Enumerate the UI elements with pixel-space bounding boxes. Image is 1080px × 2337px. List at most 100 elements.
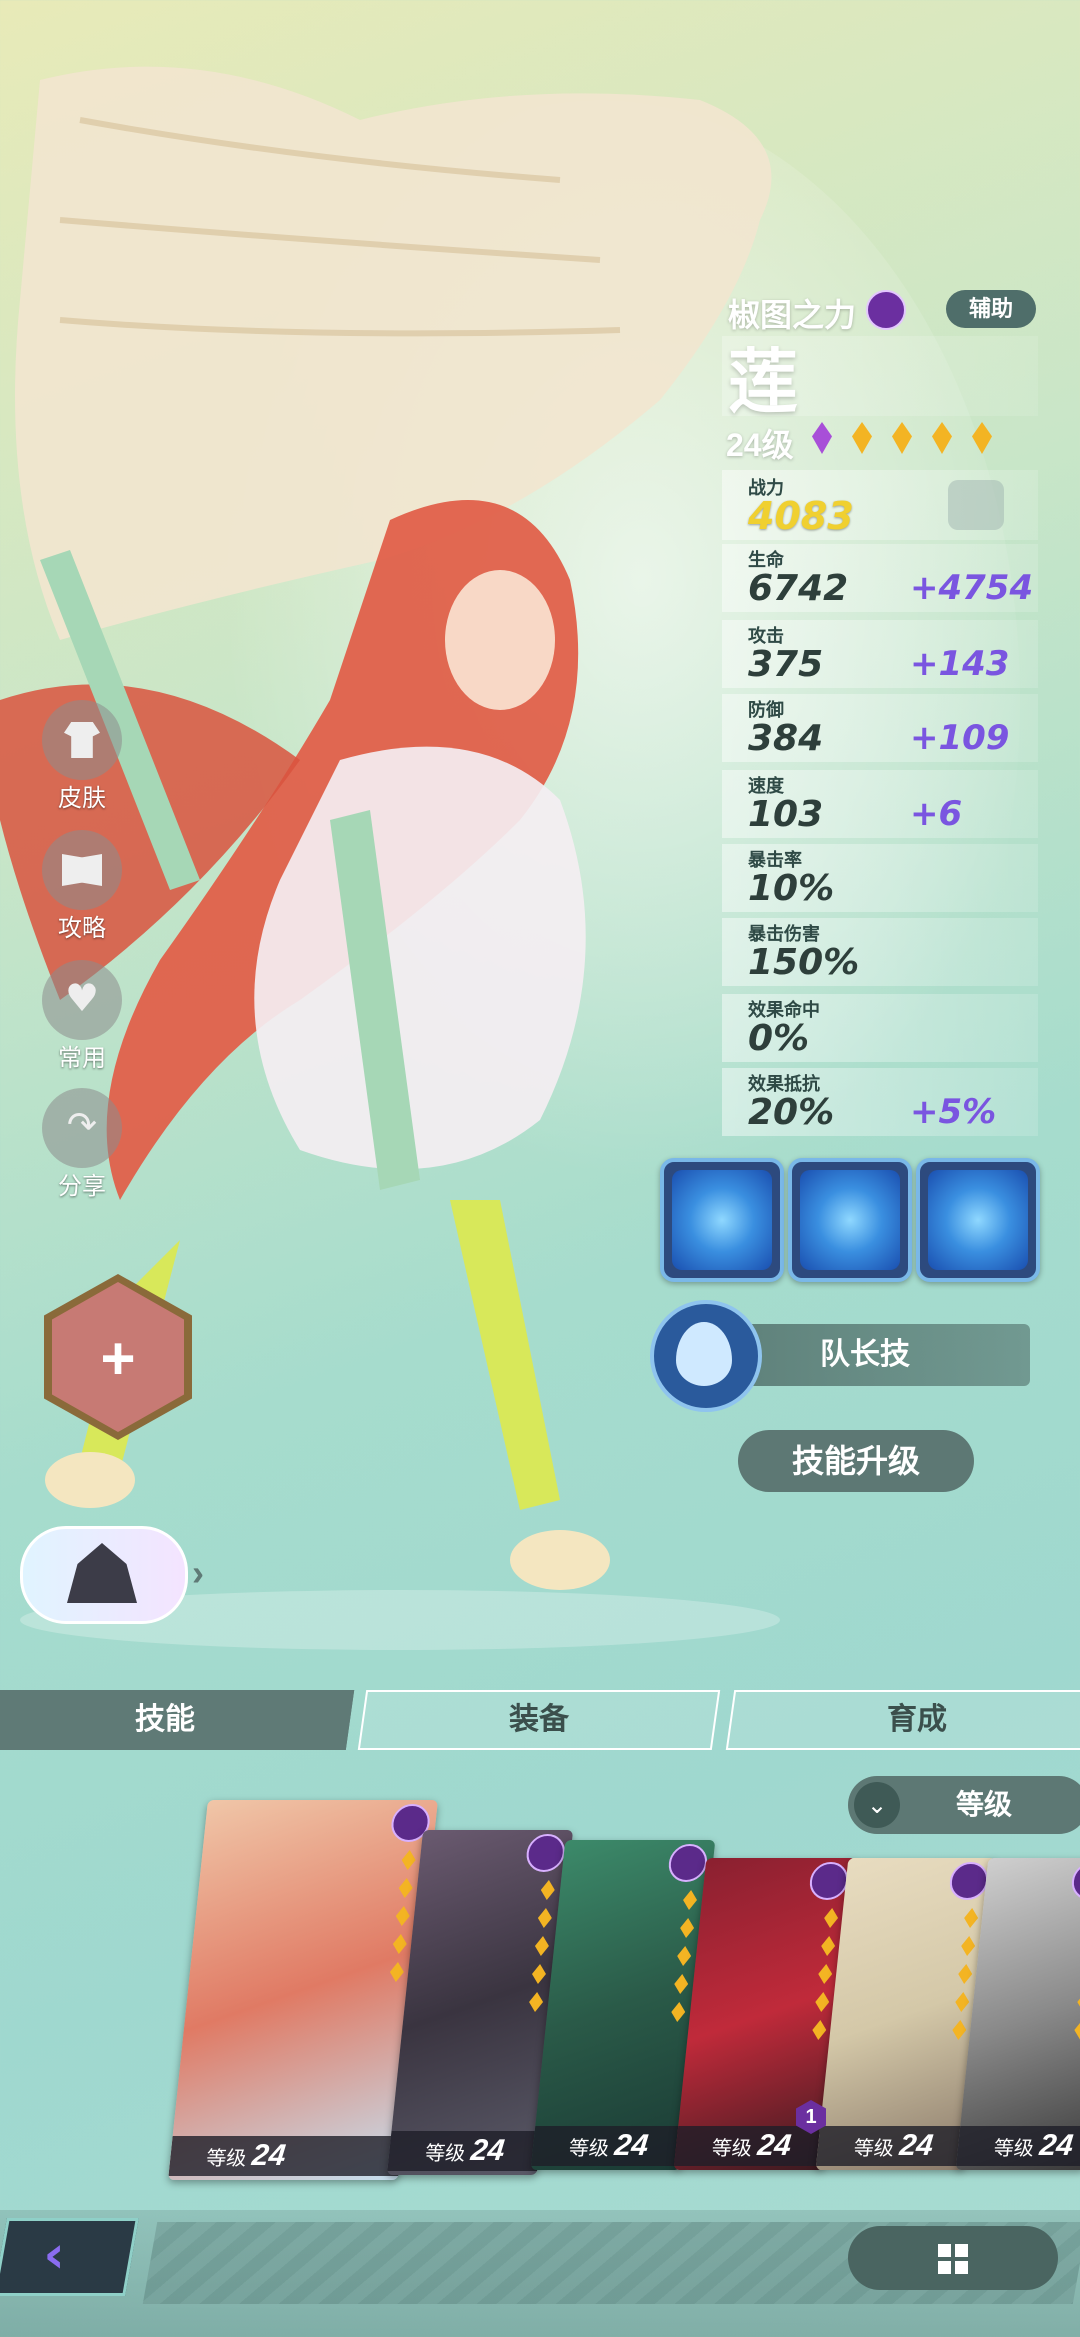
card-level: 等级 24 [168,2136,403,2176]
card-level-value: 24 [756,2129,793,2162]
share-button[interactable]: ↷ [42,1088,122,1168]
tab-equipment-label: 装备 [509,1703,569,1736]
star-icon [682,1890,698,1910]
card-level-label: 等级 [567,2138,611,2160]
role-badge: 辅助 [946,290,1036,328]
tab-equipment[interactable]: 装备 [357,1690,721,1750]
tab-growth[interactable]: 育成 [725,1690,1080,1750]
card-level-label: 等级 [710,2138,753,2160]
card-level-value: 24 [613,2129,650,2162]
fist-icon [948,480,1004,530]
element-icon [524,1834,567,1872]
faction-icon [866,290,906,330]
share-label: 分享 [58,1173,106,1200]
element-icon [666,1844,709,1882]
stat-value: 384 [748,718,824,759]
stat-value: 0% [748,1018,810,1059]
skill-3-button[interactable] [916,1158,1040,1282]
power-row: 战力 4083 [722,470,1038,540]
star-icon [670,2002,686,2022]
star-icon [534,1936,550,1956]
card-level-value: 24 [250,2139,288,2172]
hooded-class-icon [67,1543,137,1603]
star-icon [957,1964,973,1984]
skill-2-button[interactable] [788,1158,912,1282]
star-icon [540,1880,556,1900]
skin-label: 皮肤 [58,785,106,812]
star-icon [673,1974,689,1994]
star-icon [820,1936,836,1956]
chevron-right-icon[interactable]: › [192,1552,204,1594]
star-icon [1076,1992,1080,2012]
tab-skills[interactable]: 技能 [0,1690,355,1750]
card-level-value: 24 [898,2129,935,2162]
favorite-label: 常用 [58,1045,106,1072]
card-level-label: 等级 [205,2148,248,2170]
star-icon [392,1934,408,1954]
share-icon: ↷ [66,1105,98,1146]
card-level: 等级 24 [816,2126,969,2166]
stat-value: 10% [748,868,835,909]
star-icon [817,1964,833,1984]
stat-value: 375 [748,644,824,685]
card-level: 等级 24 [387,2131,542,2171]
skill-upgrade-button[interactable]: 技能升级 [738,1430,974,1492]
skill-2-icon [800,1170,900,1270]
star-icon [811,2020,827,2040]
guide-button[interactable] [42,830,122,910]
back-button[interactable]: ‹ [0,2218,139,2296]
stat-row: 效果抵抗 20% +5% [722,1068,1038,1136]
stat-row: 攻击 375 +143 [722,620,1038,688]
shirt-icon [64,722,100,758]
grid-icon [938,2244,968,2274]
leader-skill-button[interactable] [650,1300,762,1412]
skill-1-button[interactable] [660,1158,784,1282]
stat-row: 速度 103 +6 [722,770,1038,838]
stat-value: 20% [748,1092,835,1133]
star-icon [963,1908,979,1928]
stat-row: 暴击率 10% [722,844,1038,912]
element-icon [1069,1862,1080,1900]
card-level: 等级 24 [531,2126,686,2166]
stat-row: 暴击伤害 150% [722,918,1038,986]
star-icon [951,2020,967,2040]
star-icon [398,1878,414,1898]
star-icon [676,1946,692,1966]
star-icon [814,1992,830,2012]
heart-icon: ♥ [64,976,100,1020]
skin-button[interactable] [42,700,122,780]
star-icon [528,1992,544,2012]
stat-bonus: +5% [910,1092,997,1132]
sort-dropdown[interactable]: ⌄ 等级 [848,1776,1080,1834]
card-level-label: 等级 [852,2138,895,2160]
grid-view-button[interactable] [848,2226,1058,2290]
favorite-button[interactable]: ♥ [42,960,122,1040]
plus-icon: + [100,1325,136,1392]
star-icon [401,1850,417,1870]
book-icon [62,854,102,886]
star-icon [537,1908,553,1928]
card-level: 等级 24 [956,2126,1080,2166]
star-icon [679,1918,695,1938]
star-icon [1073,2020,1080,2040]
skill-1-icon [672,1170,772,1270]
stat-bonus: +143 [910,644,1010,684]
star-icon [960,1936,976,1956]
stat-bonus: +109 [910,718,1010,758]
star-icon [823,1908,839,1928]
back-arrow-icon: ‹ [43,2225,65,2285]
stat-value: 150% [748,942,860,983]
stat-value: 6742 [748,568,849,609]
guide-label: 攻略 [58,915,106,942]
card-level-value: 24 [1038,2129,1075,2162]
double-chevron-down-icon: ⌄ [854,1782,900,1828]
stat-value: 103 [748,794,824,835]
stat-bonus: +6 [910,794,963,834]
stat-bonus: +4754 [910,568,1034,608]
sort-label: 等级 [956,1789,1013,1820]
class-toggle[interactable] [20,1526,188,1624]
tab-growth-label: 育成 [887,1703,947,1736]
card-level: 等级 24 [674,2126,829,2166]
card-level-value: 24 [469,2134,507,2167]
power-value: 4083 [748,494,854,538]
